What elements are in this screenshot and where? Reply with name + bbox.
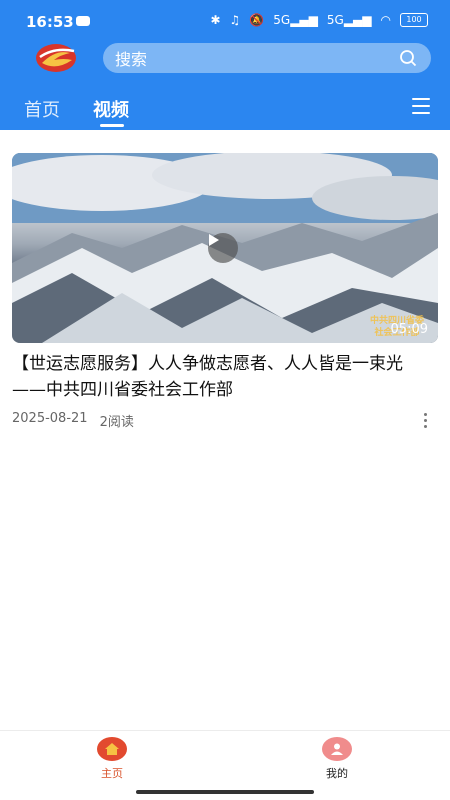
video-thumbnail[interactable]: 中共四川省委 社会工作部 05:09 — [12, 153, 438, 343]
search-input[interactable]: 搜索 — [103, 43, 431, 73]
publish-date: 2025-08-21 — [12, 411, 88, 426]
video-card[interactable]: 中共四川省委 社会工作部 05:09 【世运志愿服务】人人争做志愿者、人人皆是一… — [12, 153, 438, 430]
read-count: 2阅读 — [99, 415, 134, 430]
play-icon — [209, 234, 219, 246]
home-icon — [97, 737, 127, 761]
profile-icon — [322, 737, 352, 761]
menu-icon[interactable] — [412, 98, 430, 114]
bottom-nav: 主页 我的 — [0, 730, 450, 786]
wechat-notification-icon — [76, 16, 90, 26]
status-bar: 16:53 ✱ ♫ 🔕 5G▂▄▆ 5G▂▄▆ ◠ 100 — [0, 0, 450, 40]
tab-bar: 首页 视频 — [0, 90, 450, 130]
wifi-icon: ◠ — [380, 13, 391, 27]
active-tab-indicator — [100, 124, 124, 127]
status-icons: ✱ ♫ 🔕 5G▂▄▆ 5G▂▄▆ ◠ 100 — [210, 13, 428, 27]
play-button[interactable] — [208, 233, 238, 263]
network-type-2: 5G — [326, 13, 344, 27]
bluetooth-icon: ✱ — [210, 13, 221, 27]
mute-icon: 🔕 — [249, 13, 265, 27]
network-type-1: 5G — [273, 13, 291, 27]
nav-profile[interactable]: 我的 — [307, 737, 367, 781]
app-header: 搜索 首页 视频 — [0, 40, 450, 130]
signal-1-icon: 5G▂▄▆ — [273, 13, 318, 27]
nav-home-label: 主页 — [101, 767, 123, 780]
nav-home[interactable]: 主页 — [82, 737, 142, 781]
tab-video[interactable]: 视频 — [93, 96, 129, 122]
video-title[interactable]: 【世运志愿服务】人人争做志愿者、人人皆是一束光——中共四川省委社会工作部 — [12, 351, 436, 403]
battery-icon: 100 — [400, 13, 428, 27]
nav-profile-label: 我的 — [326, 767, 348, 780]
gesture-home-bar[interactable] — [136, 790, 314, 794]
app-logo — [36, 44, 76, 72]
status-time: 16:53 — [26, 13, 74, 31]
search-icon[interactable] — [399, 49, 417, 67]
more-options-icon[interactable] — [424, 413, 428, 429]
video-meta: 2025-08-21 2阅读 — [12, 411, 438, 430]
video-duration: 05:09 — [390, 322, 428, 337]
search-placeholder: 搜索 — [115, 50, 148, 69]
signal-2-icon: 5G▂▄▆ — [326, 13, 372, 27]
earbuds-icon: ♫ — [229, 13, 241, 27]
tab-home[interactable]: 首页 — [24, 96, 60, 122]
